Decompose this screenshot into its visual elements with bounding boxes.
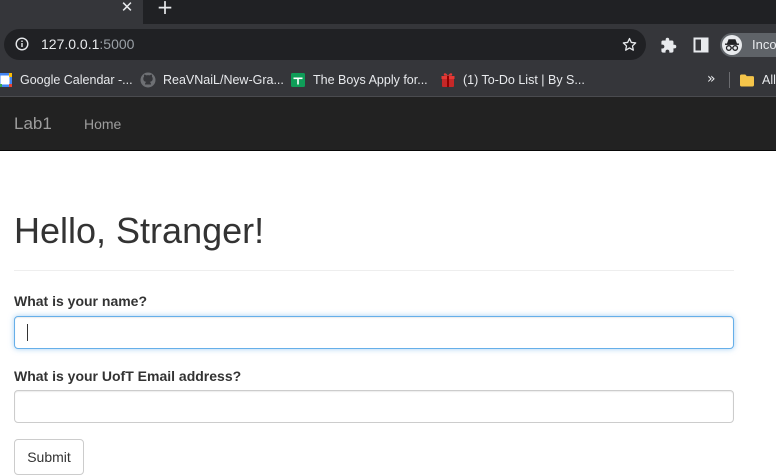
bookmarks-bar: Google Calendar -... ReaVNaiL/New-Gra...… bbox=[0, 66, 776, 97]
address-bar[interactable]: 127.0.0.1:5000 bbox=[4, 29, 646, 60]
bookmark-google-calendar[interactable]: Google Calendar -... bbox=[0, 66, 133, 94]
new-tab-button[interactable]: + bbox=[155, 0, 175, 17]
folder-icon bbox=[740, 74, 754, 87]
page-header: Hello, Stranger! bbox=[14, 209, 734, 271]
active-tab[interactable]: ✕ bbox=[0, 0, 143, 24]
text-caret bbox=[27, 324, 28, 341]
name-input[interactable] bbox=[14, 316, 734, 349]
google-sheets-icon bbox=[291, 73, 305, 87]
site-navbar: Lab1 Home bbox=[0, 97, 776, 151]
github-icon bbox=[140, 72, 156, 88]
more-bookmarks-chevron-icon[interactable]: » bbox=[707, 71, 716, 87]
url-text[interactable]: 127.0.0.1:5000 bbox=[41, 36, 134, 52]
nav-item-home[interactable]: Home bbox=[84, 116, 121, 132]
site-info-icon[interactable] bbox=[15, 37, 29, 51]
browser-toolbar: 127.0.0.1:5000 Incog bbox=[0, 24, 776, 66]
todo-gift-icon bbox=[441, 73, 455, 87]
url-port: :5000 bbox=[99, 36, 135, 52]
submit-button[interactable]: Submit bbox=[14, 439, 84, 475]
bookmark-star-icon[interactable] bbox=[621, 36, 638, 53]
google-calendar-icon bbox=[0, 73, 12, 87]
bookmark-github-repo[interactable]: ReaVNaiL/New-Gra... bbox=[140, 66, 284, 94]
side-panel-icon[interactable] bbox=[693, 37, 709, 53]
name-field-label: What is your name? bbox=[14, 293, 148, 309]
email-input[interactable] bbox=[14, 390, 734, 423]
page-title: Hello, Stranger! bbox=[14, 210, 265, 251]
all-bookmarks-label: All bbox=[762, 73, 776, 87]
bookmark-label: The Boys Apply for... bbox=[313, 73, 428, 87]
email-field-label: What is your UofT Email address? bbox=[14, 368, 242, 384]
close-tab-icon[interactable]: ✕ bbox=[117, 0, 137, 16]
url-host: 127.0.0.1 bbox=[41, 36, 100, 52]
bookmark-label: (1) To-Do List | By S... bbox=[463, 73, 585, 87]
navbar-brand[interactable]: Lab1 bbox=[14, 114, 52, 134]
profile-label: Incog bbox=[752, 37, 776, 52]
bookmark-todo-list[interactable]: (1) To-Do List | By S... bbox=[440, 66, 585, 94]
extensions-puzzle-icon[interactable] bbox=[660, 37, 677, 54]
bookmark-label: ReaVNaiL/New-Gra... bbox=[163, 73, 284, 87]
tab-strip: ✕ + bbox=[0, 0, 776, 24]
bookmarks-divider bbox=[729, 72, 730, 88]
profile-button[interactable]: Incog bbox=[720, 33, 776, 57]
all-bookmarks-button[interactable]: All bbox=[739, 66, 776, 94]
bookmark-the-boys[interactable]: The Boys Apply for... bbox=[290, 66, 428, 94]
incognito-avatar-icon bbox=[722, 35, 742, 55]
bookmark-label: Google Calendar -... bbox=[20, 73, 133, 87]
